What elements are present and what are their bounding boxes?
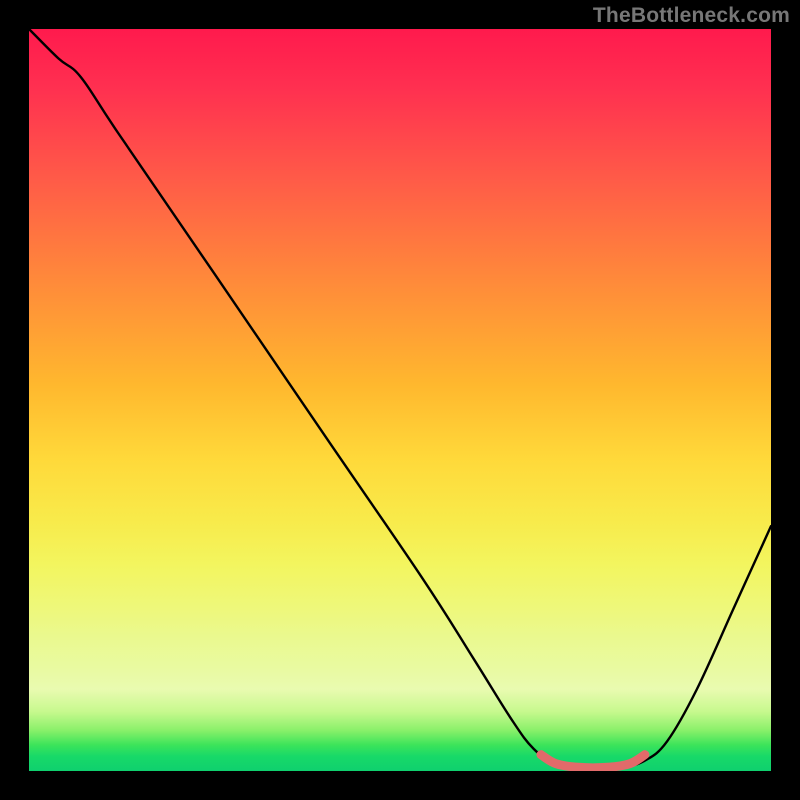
chart-container: TheBottleneck.com <box>0 0 800 800</box>
bottleneck-curve <box>29 29 771 768</box>
optimal-range-highlight <box>541 755 645 768</box>
watermark-text: TheBottleneck.com <box>593 4 790 28</box>
curve-layer <box>29 29 771 771</box>
plot-area <box>29 29 771 771</box>
